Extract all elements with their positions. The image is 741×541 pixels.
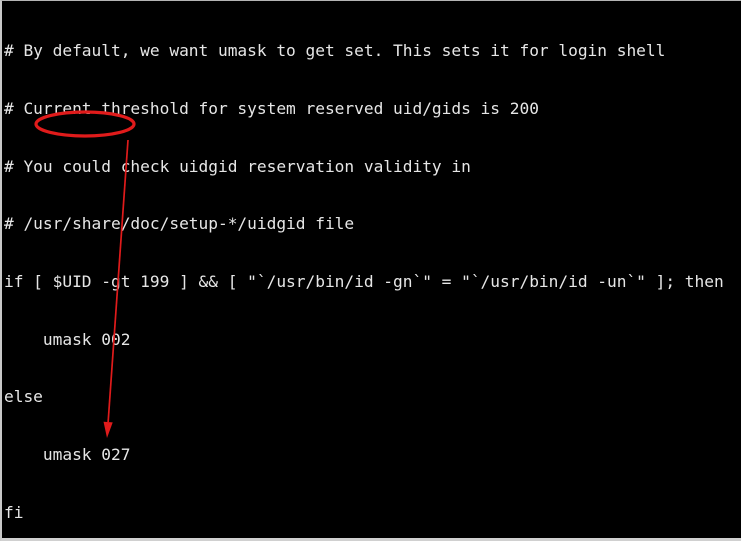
terminal-line: # You could check uidgid reservation val… xyxy=(4,156,471,176)
terminal-line: fi xyxy=(4,502,24,522)
terminal-line: else xyxy=(4,387,43,407)
terminal-screen[interactable]: # By default, we want umask to get set. … xyxy=(2,1,741,538)
terminal-line: # /usr/share/doc/setup-*/uidgid file xyxy=(4,214,355,234)
terminal-window[interactable]: # By default, we want umask to get set. … xyxy=(0,0,741,541)
terminal-line: # Current threshold for system reserved … xyxy=(4,99,539,119)
terminal-line: if [ $UID -gt 199 ] && [ "`/usr/bin/id -… xyxy=(4,272,724,292)
terminal-line: # By default, we want umask to get set. … xyxy=(4,41,666,61)
terminal-line-umask-027: umask 027 xyxy=(4,445,131,465)
terminal-line: umask 002 xyxy=(4,329,131,349)
